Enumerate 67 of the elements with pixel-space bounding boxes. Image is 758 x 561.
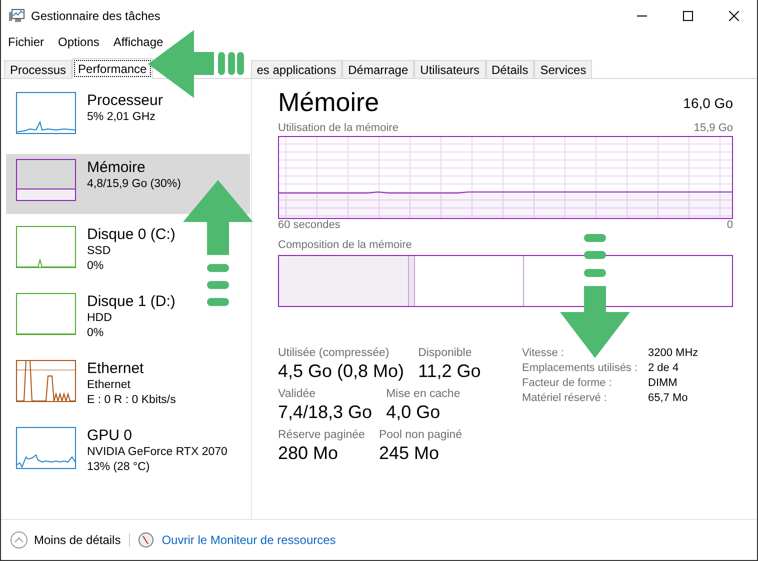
maximize-icon — [683, 11, 693, 21]
close-icon — [729, 11, 739, 21]
sidebar-item[interactable]: Mémoire 4,8/15,9 Go (30%) — [6, 154, 250, 214]
item-detail: 5% 2,01 GHz — [87, 110, 156, 125]
item-detail: 0% — [87, 326, 105, 341]
stat-label: Réserve paginée — [278, 429, 365, 441]
spec-label: Vitesse : — [522, 347, 565, 359]
spec-value: 2 de 4 — [648, 362, 680, 374]
item-detail: E : 0 R : 0 Kbits/s — [87, 393, 176, 408]
item-name: Ethernet — [87, 360, 145, 378]
sidebar-item[interactable]: Disque 1 (D:) HDD 0% — [6, 288, 250, 348]
window-title: Gestionnaire des tâches — [31, 9, 160, 23]
item-detail: 4,8/15,9 Go (30%) — [87, 177, 181, 192]
item-detail: 0% — [87, 259, 105, 274]
tab[interactable]: Détails — [486, 60, 534, 78]
section-title: Mémoire — [278, 87, 380, 118]
stat-value: 280 Mo — [278, 443, 340, 464]
stat-value: 4,0 Go — [386, 402, 442, 423]
item-name: GPU 0 — [87, 427, 134, 445]
item-name: Disque 0 (C:) — [87, 226, 176, 244]
sidebar-item[interactable]: Ethernet Ethernet E : 0 R : 0 Kbits/s — [6, 355, 250, 415]
tab[interactable]: Utilisateurs — [414, 60, 486, 78]
stat-label: Utilisée (compressée) — [278, 347, 390, 359]
time-end: 0 — [726, 219, 733, 231]
stat-label: Mise en cache — [386, 388, 460, 400]
spec-value: DIMM — [648, 377, 678, 389]
sidebar-item[interactable]: GPU 0 NVIDIA GeForce RTX 2070 13% (28 °C) — [6, 422, 250, 482]
app-icon — [9, 9, 25, 23]
stat-label: Disponible — [418, 347, 473, 359]
sidebar-item[interactable]: Processeur 5% 2,01 GHz — [6, 87, 250, 147]
spec-value: 3200 MHz — [648, 347, 698, 359]
item-detail: SSD — [87, 244, 112, 259]
total-memory: 16,0 Go — [683, 94, 733, 110]
menu-item[interactable]: Fichier — [8, 35, 44, 49]
item-name: Mémoire — [87, 159, 146, 177]
stat-value: 4,5 Go (0,8 Mo) — [278, 361, 404, 382]
stat-label: Validée — [278, 388, 317, 400]
item-name: Processeur — [87, 92, 163, 110]
composition-caption: Composition de la mémoire — [278, 239, 412, 251]
tab[interactable]: Démarrage — [342, 60, 414, 78]
tab[interactable]: Services — [534, 60, 592, 78]
tab[interactable]: Processus — [4, 60, 72, 78]
spec-label: Facteur de forme : — [522, 377, 613, 389]
stat-value: 11,2 Go — [418, 361, 481, 382]
tab[interactable]: es applications — [250, 60, 342, 78]
menu-item[interactable]: Affichage — [113, 35, 164, 49]
tab[interactable]: Performance — [72, 58, 153, 79]
gauge-icon — [138, 532, 154, 548]
item-name: Disque 1 (D:) — [87, 293, 176, 311]
item-detail: 13% (28 °C) — [87, 460, 151, 475]
fewer-details-button[interactable]: Moins de détails — [10, 531, 121, 549]
spec-label: Matériel réservé : — [522, 392, 608, 404]
item-detail: NVIDIA GeForce RTX 2070 — [87, 445, 228, 460]
menu-item[interactable]: Options — [58, 35, 100, 49]
spec-value: 65,7 Mo — [648, 392, 689, 404]
time-label: 60 secondes — [278, 219, 340, 231]
graph-caption: Utilisation de la mémoire — [278, 122, 398, 134]
stat-value: 245 Mo — [378, 443, 440, 464]
spec-label: Emplacements utilisés : — [522, 362, 639, 374]
item-detail: Ethernet — [87, 378, 132, 393]
sidebar-item[interactable]: Disque 0 (C:) SSD 0% — [6, 221, 250, 281]
stat-label: Pool non paginé — [378, 429, 462, 441]
resource-monitor-link[interactable]: Ouvrir le Moniteur de ressources — [162, 533, 336, 547]
chevron-up-icon — [10, 531, 28, 549]
graph-max: 15,9 Go — [694, 122, 733, 134]
item-detail: HDD — [87, 311, 113, 326]
stat-value: 7,4/18,3 Go — [278, 402, 372, 423]
